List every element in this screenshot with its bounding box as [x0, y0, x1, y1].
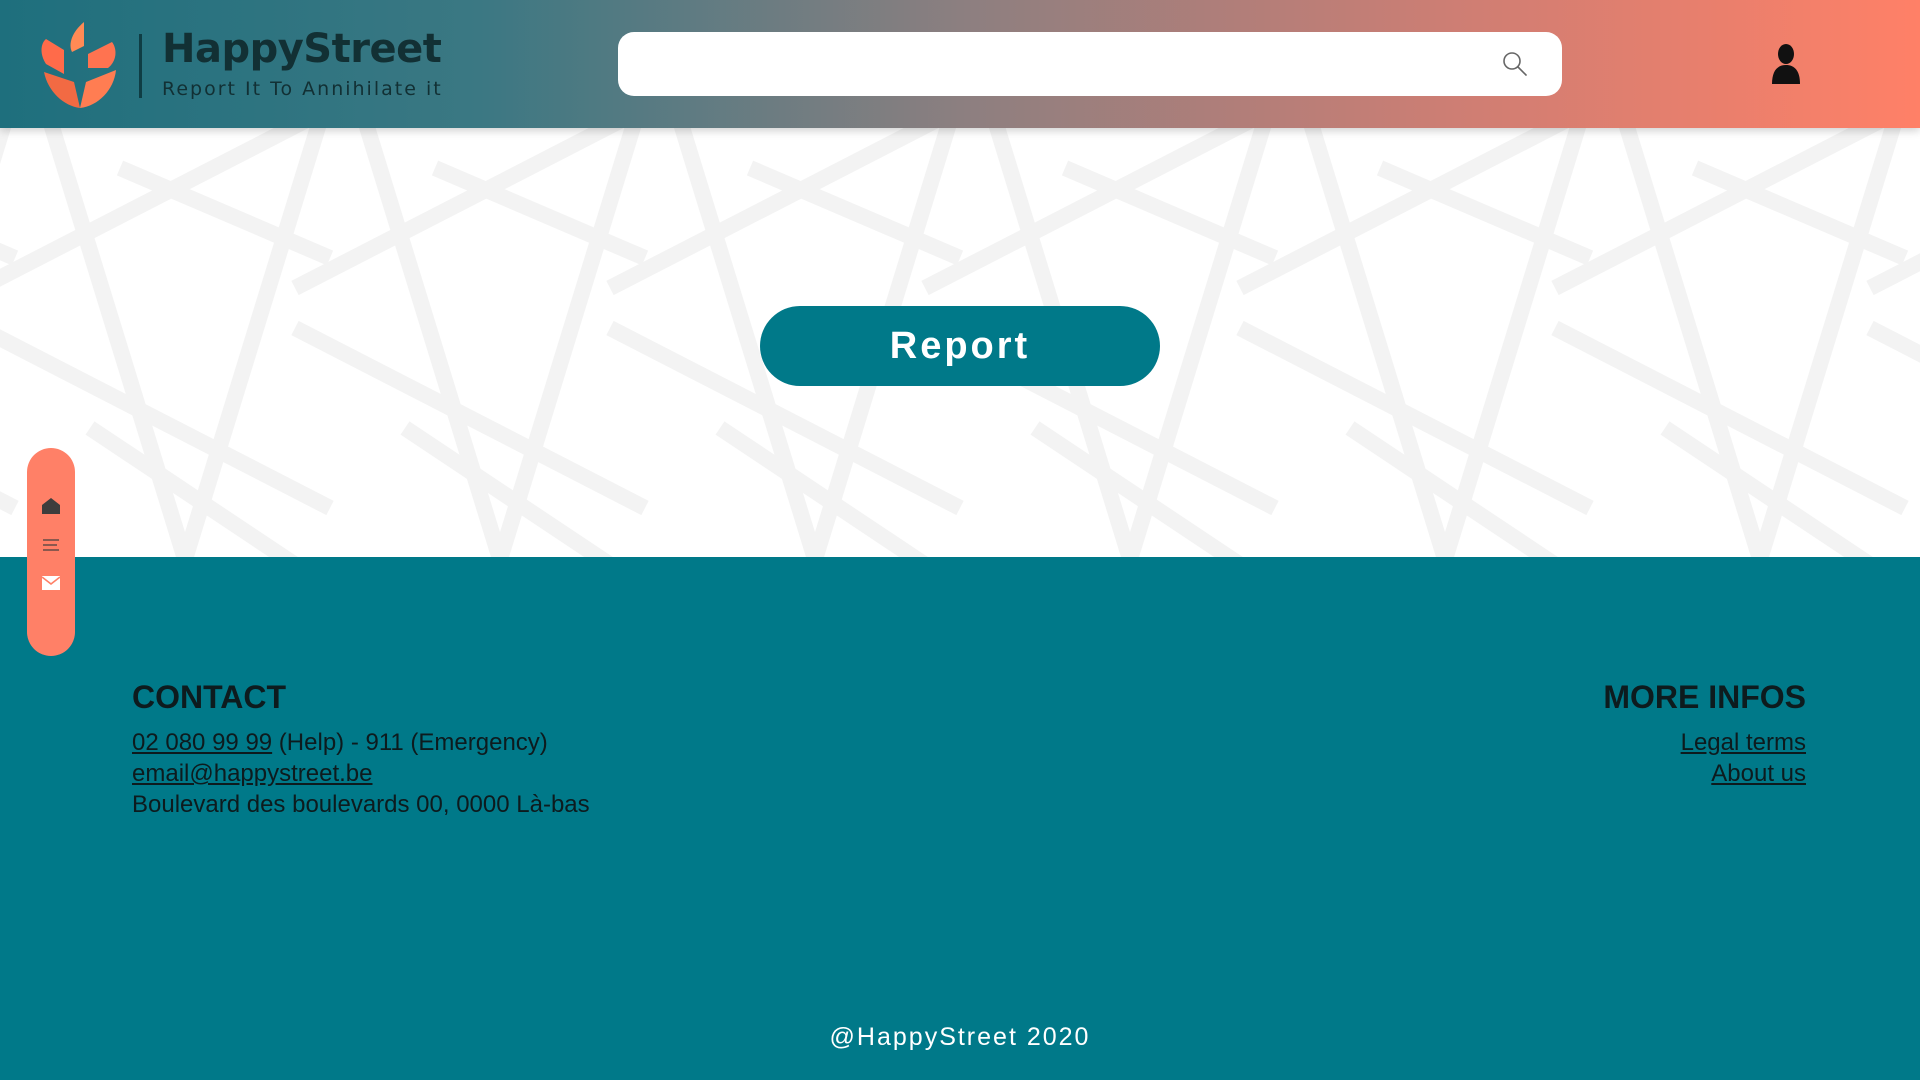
search-bar[interactable] [618, 32, 1562, 96]
pattern-line [1866, 320, 1920, 363]
logo-divider [139, 34, 142, 98]
contact-email-line: email@happystreet.be [132, 760, 373, 788]
about-us-link[interactable]: About us [1711, 760, 1806, 788]
happystreet-logo-icon[interactable] [36, 20, 122, 110]
copyright-text: @HappyStreet 2020 [829, 1023, 1091, 1051]
pattern-line [0, 491, 19, 516]
pattern-line [0, 242, 19, 266]
menu-icon [43, 539, 59, 551]
more-infos-title: MORE INFOS [1603, 679, 1806, 715]
user-account-icon[interactable] [1770, 44, 1802, 84]
dock-menu-button[interactable] [41, 535, 61, 555]
contact-title: CONTACT [132, 679, 287, 715]
dock-mail-button[interactable] [41, 573, 61, 593]
side-dock [27, 448, 75, 656]
search-icon[interactable] [1502, 51, 1528, 77]
mail-icon [42, 576, 60, 590]
search-input[interactable] [636, 32, 1496, 96]
hero-section: Report [0, 128, 1920, 557]
brand-tagline: Report It To Annihilate it [162, 78, 443, 100]
report-button[interactable]: Report [760, 306, 1160, 386]
home-icon [42, 498, 60, 514]
phone-link[interactable]: 02 080 99 99 [132, 729, 272, 756]
contact-address: Boulevard des boulevards 00, 0000 Là-bas [132, 791, 590, 818]
phone-details: (Help) - 911 (Emergency) [272, 729, 548, 756]
legal-terms-link[interactable]: Legal terms [1681, 729, 1806, 757]
dock-home-button[interactable] [41, 496, 61, 516]
site-footer: CONTACT 02 080 99 99 (Help) - 911 (Emerg… [0, 557, 1920, 1080]
contact-phone-line: 02 080 99 99 (Help) - 911 (Emergency) [132, 729, 548, 757]
email-link[interactable]: email@happystreet.be [132, 760, 373, 787]
site-header: HappyStreet Report It To Annihilate it [0, 0, 1920, 128]
brand-name[interactable]: HappyStreet [162, 26, 442, 72]
